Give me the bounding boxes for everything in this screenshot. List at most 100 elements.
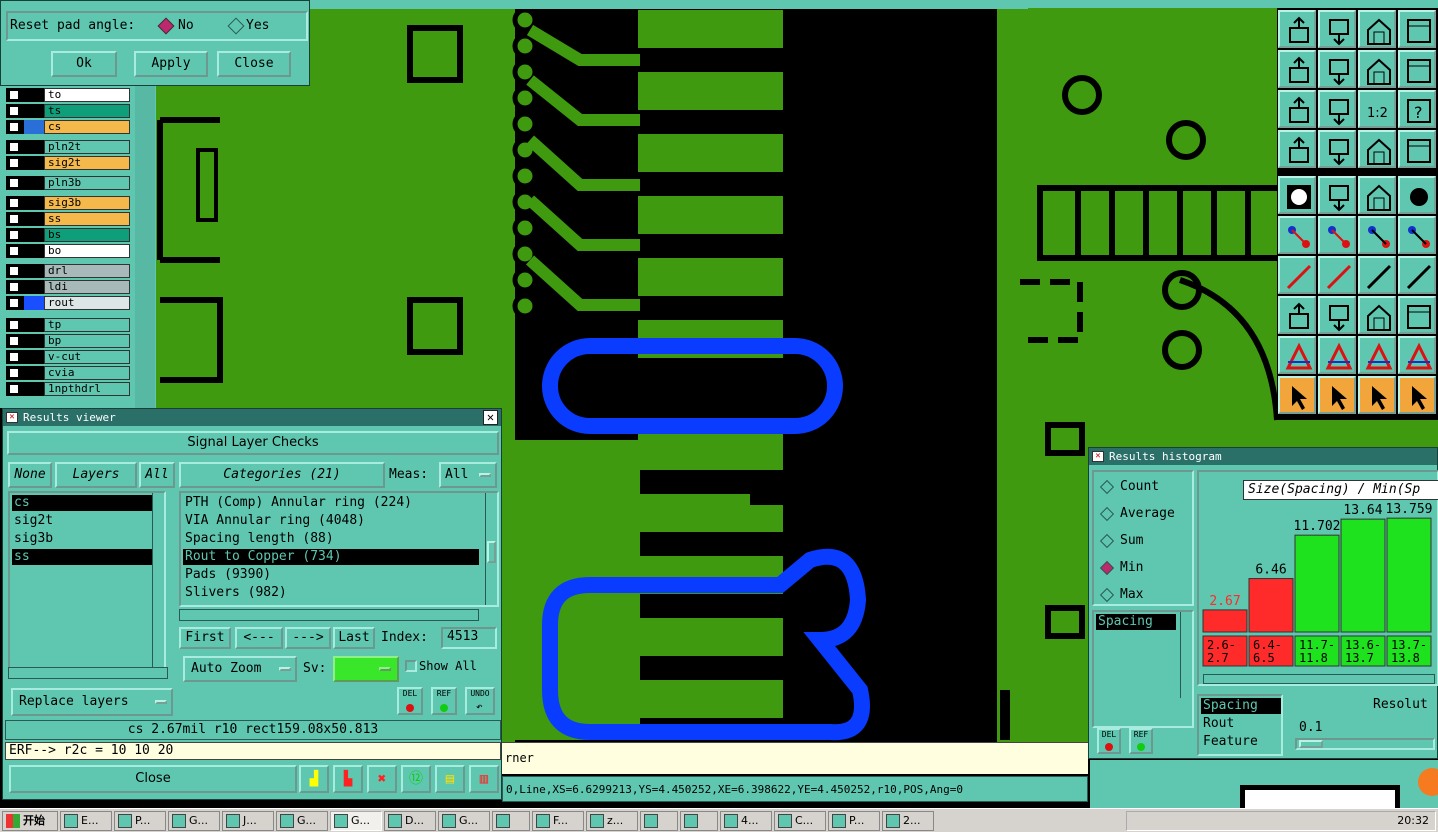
layer-color-swatch[interactable] [24, 140, 44, 154]
layer-color-swatch[interactable] [24, 156, 44, 170]
radio-no-label[interactable]: No [178, 18, 194, 33]
layer-checkbox[interactable] [8, 367, 20, 379]
layer-row-sig3b[interactable]: sig3b [6, 196, 130, 210]
del-button[interactable]: DEL [397, 687, 423, 715]
hist-del-button[interactable]: DEL [1097, 728, 1121, 754]
layer-checkbox[interactable] [8, 297, 20, 309]
replace-layers-dropdown[interactable]: Replace layers [11, 688, 173, 716]
layer-row-to[interactable]: to [6, 88, 130, 102]
category-item[interactable]: Rout to Copper (734) [183, 549, 479, 565]
layer-list-scrollbar[interactable] [152, 493, 164, 667]
layer-color-swatch[interactable] [24, 382, 44, 396]
histogram-bar[interactable] [1340, 518, 1386, 633]
layer-row-v-cut[interactable]: v-cut [6, 350, 130, 364]
shapes-icon[interactable] [1398, 296, 1436, 334]
layer-row-sig2t[interactable]: sig2t [6, 156, 130, 170]
meas-dropdown[interactable]: All [439, 462, 497, 488]
layer-row-cs[interactable]: cs [6, 120, 130, 134]
category-hscroll[interactable] [179, 609, 479, 621]
arc3-icon[interactable] [1398, 336, 1436, 374]
radio-yes-label[interactable]: Yes [246, 18, 269, 33]
move-up-icon[interactable] [1278, 10, 1316, 48]
task-button[interactable]: G... [276, 811, 328, 831]
swap-icon[interactable] [1398, 50, 1436, 88]
layer-checkbox[interactable] [8, 157, 20, 169]
layer-color-swatch[interactable] [24, 280, 44, 294]
polygon-icon[interactable] [1318, 176, 1356, 214]
histogram-list-item[interactable]: Spacing [1096, 614, 1176, 630]
result-layer-item[interactable]: ss [12, 549, 152, 565]
ok-button[interactable]: Ok [51, 51, 117, 77]
last-button[interactable]: Last [333, 627, 375, 649]
category-item[interactable]: Spacing length (88) [183, 531, 479, 547]
layer-row-ts[interactable]: ts [6, 104, 130, 118]
chart-icon[interactable]: ▥ [469, 765, 499, 793]
prev-button[interactable]: <--- [235, 627, 283, 649]
node-icon[interactable] [1278, 296, 1316, 334]
layer-attr-icon[interactable] [1398, 130, 1436, 168]
histogram-layer-list[interactable]: Spacing [1092, 610, 1194, 728]
task-button[interactable] [640, 811, 678, 831]
category-item[interactable]: PTH (Comp) Annular ring (224) [183, 495, 479, 511]
layers-all-button[interactable]: All [139, 462, 175, 488]
show-all-checkbox[interactable] [405, 660, 417, 672]
task-button[interactable]: P... [828, 811, 880, 831]
ref-button[interactable]: REF [431, 687, 457, 715]
task-button[interactable]: F... [532, 811, 584, 831]
report-icon[interactable]: ▟ [299, 765, 329, 793]
axis-list-item[interactable]: Feature [1201, 734, 1281, 750]
task-button[interactable]: z... [586, 811, 638, 831]
layer-row-pln3b[interactable]: pln3b [6, 176, 130, 190]
home-icon[interactable] [1358, 10, 1396, 48]
layer-checkbox[interactable] [8, 335, 20, 347]
task-button[interactable]: G... [438, 811, 490, 831]
next-button[interactable]: ---> [285, 627, 331, 649]
layer-color-swatch[interactable] [24, 104, 44, 118]
layer-color-swatch[interactable] [24, 264, 44, 278]
histogram-list-scrollbar[interactable] [1180, 612, 1192, 698]
category-item[interactable]: VIA Annular ring (4048) [183, 513, 479, 529]
close-dialog-button[interactable]: Close [217, 51, 291, 77]
categories-button[interactable]: Categories (21) [179, 462, 385, 488]
line-pick-icon[interactable] [1358, 216, 1396, 254]
stat-option-average[interactable]: Average [1099, 505, 1190, 523]
cross-icon[interactable] [1318, 216, 1356, 254]
close-icon[interactable]: ✕ [483, 410, 498, 425]
layer-checkbox[interactable] [8, 319, 20, 331]
close-button[interactable]: Close [9, 765, 297, 793]
task-button[interactable]: 2... [882, 811, 934, 831]
task-button[interactable]: G... [330, 811, 382, 831]
radio-no-icon[interactable] [157, 17, 175, 35]
category-scroll-thumb[interactable] [487, 541, 496, 563]
layer-color-swatch[interactable] [24, 88, 44, 102]
arc2-icon[interactable] [1358, 336, 1396, 374]
layer-row-drl[interactable]: drl [6, 264, 130, 278]
auto-zoom-dropdown[interactable]: Auto Zoom [183, 656, 297, 682]
layer-color-swatch[interactable] [24, 366, 44, 380]
layers-button[interactable]: Layers [55, 462, 137, 488]
sort-icon[interactable]: ⑫ [401, 765, 431, 793]
triangle-icon[interactable] [1278, 336, 1316, 374]
layer-color-swatch[interactable] [24, 318, 44, 332]
layer-row-ldi[interactable]: ldi [6, 280, 130, 294]
layer-color-swatch[interactable] [24, 176, 44, 190]
cut-line-icon[interactable] [1318, 296, 1356, 334]
grid-icon[interactable] [1318, 130, 1356, 168]
layer-row-bp[interactable]: bp [6, 334, 130, 348]
layer-list-icon[interactable] [1358, 130, 1396, 168]
move-down-icon[interactable] [1318, 10, 1356, 48]
layer-checkbox[interactable] [8, 383, 20, 395]
layer-color-swatch[interactable] [24, 334, 44, 348]
category-listbox[interactable]: PTH (Comp) Annular ring (224) VIA Annular… [179, 491, 499, 607]
ruler-icon[interactable] [1358, 176, 1396, 214]
task-button[interactable]: C... [774, 811, 826, 831]
layer-color-swatch[interactable] [24, 296, 44, 310]
export-icon[interactable]: ▙ [333, 765, 363, 793]
delete-report-icon[interactable]: ✖ [367, 765, 397, 793]
connect-icon[interactable] [1278, 216, 1316, 254]
layer-checkbox[interactable] [8, 197, 20, 209]
task-button[interactable]: E... [60, 811, 112, 831]
layer-checkbox[interactable] [8, 245, 20, 257]
help-icon[interactable]: ? [1398, 90, 1436, 128]
layer-checkbox[interactable] [8, 281, 20, 293]
